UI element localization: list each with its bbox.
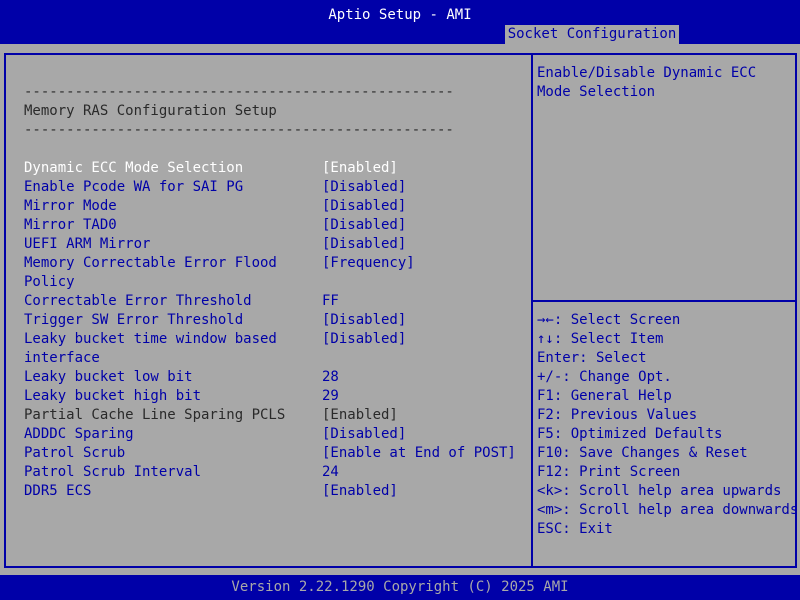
footer-bar: Version 2.22.1290 Copyright (C) 2025 AMI (0, 575, 800, 600)
option-value[interactable]: [Disabled] (322, 311, 406, 330)
option-label: Memory Correctable Error Flood (24, 255, 277, 271)
option-value[interactable]: [Frequency] (322, 254, 415, 273)
option-patrol-scrub[interactable]: Patrol Scrub [Enable at End of POST] (6, 444, 528, 463)
option-value: [Enabled] (322, 407, 398, 423)
option-label: Patrol Scrub (24, 445, 126, 461)
option-value[interactable]: [Disabled] (322, 330, 406, 349)
option-label: Patrol Scrub Interval (24, 464, 202, 480)
option-label: DDR5 ECS (24, 483, 92, 499)
option-value[interactable]: [Enabled] (322, 482, 398, 501)
key-hint: +/-: Change Opt. (537, 369, 672, 385)
option-ddr5-ecs[interactable]: DDR5 ECS [Enabled] (6, 482, 528, 501)
option-partial-cache-line-sparing: Partial Cache Line Sparing PCLS [Enabled… (6, 406, 528, 425)
main-frame: ----------------------------------------… (4, 53, 799, 568)
option-value[interactable]: [Disabled] (322, 197, 406, 216)
key-hint: F2: Previous Values (537, 407, 698, 423)
option-value[interactable]: 28 (322, 368, 339, 387)
option-pcode-wa-sai-pg[interactable]: Enable Pcode WA for SAI PG [Disabled] (6, 178, 528, 197)
key-hint: ESC: Exit (537, 521, 613, 537)
key-hint: ↑↓: Select Item (537, 331, 664, 347)
option-value[interactable]: 29 (322, 387, 339, 406)
option-value[interactable]: [Enable at End of POST] (322, 444, 516, 463)
option-dynamic-ecc-mode[interactable]: Dynamic ECC Mode Selection [Enabled] (6, 159, 528, 178)
option-uefi-arm-mirror[interactable]: UEFI ARM Mirror [Disabled] (6, 235, 528, 254)
option-label: Leaky bucket high bit (24, 388, 202, 404)
option-label-continued: interface (24, 350, 100, 366)
key-hint: F1: General Help (537, 388, 672, 404)
option-label: Dynamic ECC Mode Selection (24, 160, 244, 176)
option-leaky-bucket-low-bit[interactable]: Leaky bucket low bit 28 (6, 368, 528, 387)
option-value[interactable]: [Disabled] (322, 425, 406, 444)
option-value[interactable]: 24 (322, 463, 339, 482)
option-adddc-sparing[interactable]: ADDDC Sparing [Disabled] (6, 425, 528, 444)
option-patrol-scrub-interval[interactable]: Patrol Scrub Interval 24 (6, 463, 528, 482)
version-text: Version 2.22.1290 Copyright (C) 2025 AMI (231, 579, 569, 595)
option-label: Mirror Mode (24, 198, 117, 214)
option-leaky-bucket-high-bit[interactable]: Leaky bucket high bit 29 (6, 387, 528, 406)
option-correctable-error-threshold[interactable]: Correctable Error Threshold FF (6, 292, 528, 311)
key-hint: →←: Select Screen (537, 312, 681, 328)
key-hint: F5: Optimized Defaults (537, 426, 723, 442)
help-divider (533, 300, 795, 302)
option-label: Leaky bucket time window based (24, 331, 277, 347)
separator-top: ----------------------------------------… (24, 84, 454, 100)
option-value[interactable]: [Enabled] (322, 159, 398, 178)
option-mirror-mode[interactable]: Mirror Mode [Disabled] (6, 197, 528, 216)
separator-bottom: ----------------------------------------… (24, 122, 454, 138)
option-trigger-sw-error-threshold[interactable]: Trigger SW Error Threshold [Disabled] (6, 311, 528, 330)
option-value[interactable]: [Disabled] (322, 216, 406, 235)
option-leaky-bucket-time-window[interactable]: Leaky bucket time window based [Disabled… (6, 330, 528, 368)
option-label: ADDDC Sparing (24, 426, 134, 442)
option-label: Mirror TAD0 (24, 217, 117, 233)
option-label-continued: Policy (24, 274, 75, 290)
tab-socket-configuration[interactable]: Socket Configuration (505, 25, 679, 44)
key-hint: <k>: Scroll help area upwards (537, 483, 782, 499)
option-label: Trigger SW Error Threshold (24, 312, 244, 328)
option-label: Partial Cache Line Sparing PCLS (24, 407, 286, 423)
option-label: Enable Pcode WA for SAI PG (24, 179, 244, 195)
option-value[interactable]: [Disabled] (322, 178, 406, 197)
app-title: Aptio Setup - AMI (328, 7, 472, 23)
key-legend: →←: Select Screen ↑↓: Select Item Enter:… (537, 311, 799, 539)
option-label: Leaky bucket low bit (24, 369, 193, 385)
option-value[interactable]: [Disabled] (322, 235, 406, 254)
option-label: UEFI ARM Mirror (24, 236, 151, 252)
help-text-line-1: Enable/Disable Dynamic ECC (537, 65, 757, 81)
title-bar: Aptio Setup - AMI Socket Configuration (0, 0, 800, 44)
key-hint: <m>: Scroll help area downwards (537, 502, 799, 518)
help-text-line-2: Mode Selection (537, 84, 656, 100)
option-mirror-tad0[interactable]: Mirror TAD0 [Disabled] (6, 216, 528, 235)
option-value[interactable]: FF (322, 292, 339, 311)
section-title: Memory RAS Configuration Setup (24, 103, 277, 119)
key-hint: F10: Save Changes & Reset (537, 445, 748, 461)
panel-divider (531, 55, 533, 566)
key-hint: F12: Print Screen (537, 464, 681, 480)
key-hint: Enter: Select (537, 350, 647, 366)
option-error-flood-policy[interactable]: Memory Correctable Error Flood [Frequenc… (6, 254, 528, 292)
option-label: Correctable Error Threshold (24, 293, 252, 309)
